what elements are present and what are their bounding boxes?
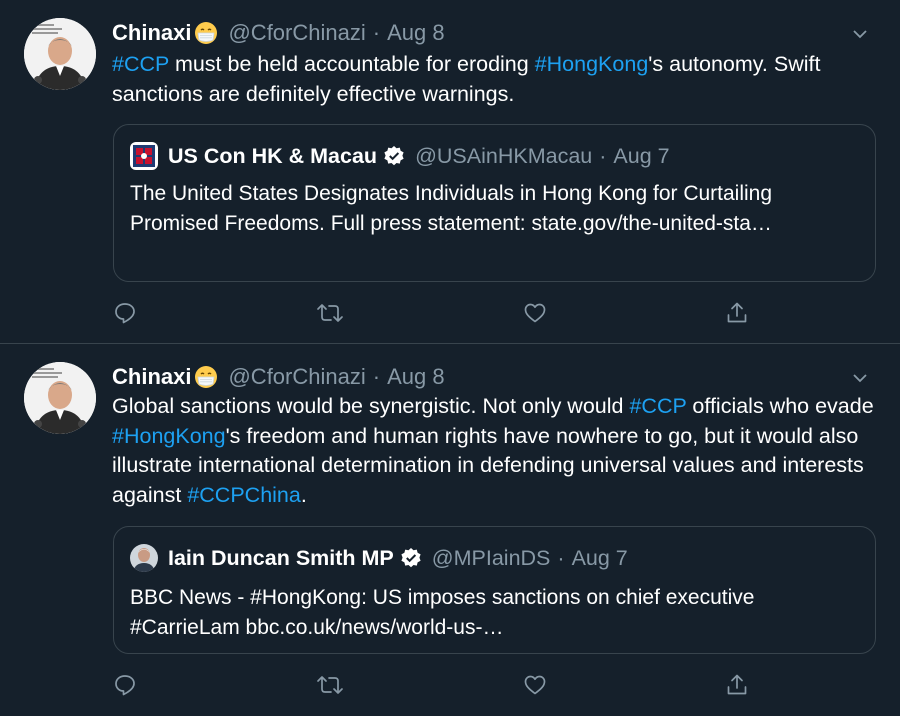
tweet-text: Global sanctions would be synergistic. N…	[112, 392, 876, 510]
text-segment[interactable]: #HongKong	[112, 424, 226, 448]
author-handle[interactable]: @CforChinazi	[228, 364, 365, 390]
reply-icon[interactable]	[110, 298, 140, 328]
quoted-author-name: Iain Duncan Smith MP	[168, 545, 394, 570]
face-with-mask-emoji	[194, 21, 218, 45]
tweet-feed: Chinaxi @CforChinazi · Aug 8 #CCP must b…	[0, 0, 900, 716]
author-name[interactable]: Chinaxi	[112, 364, 191, 390]
text-segment[interactable]: #CCP	[629, 394, 686, 418]
reply-icon[interactable]	[110, 670, 140, 700]
retweet-icon[interactable]	[315, 298, 345, 328]
chevron-down-icon[interactable]	[850, 368, 870, 388]
verified-badge-icon	[400, 547, 422, 569]
author-name[interactable]: Chinaxi	[112, 20, 191, 46]
avatar[interactable]	[24, 18, 96, 90]
share-icon[interactable]	[722, 298, 752, 328]
text-segment[interactable]: #CCPChina	[187, 483, 301, 507]
text-segment[interactable]: #CCP	[112, 52, 169, 76]
tweet-text: #CCP must be held accountable for erodin…	[112, 50, 876, 109]
quoted-tweet[interactable]: Iain Duncan Smith MP @MPIainDS · Aug 7 B…	[113, 526, 876, 654]
tweet-date[interactable]: Aug 8	[387, 20, 445, 46]
tweet-actions	[110, 670, 750, 700]
text-segment[interactable]: #HongKong	[535, 52, 649, 76]
quoted-author-handle: @USAinHKMacau	[415, 143, 593, 168]
face-with-mask-emoji	[194, 365, 218, 389]
quoted-tweet-date: Aug 7	[571, 545, 628, 570]
quoted-tweet-header: US Con HK & Macau @USAinHKMacau · Aug 7	[130, 141, 859, 171]
separator-dot: ·	[372, 364, 381, 389]
tweet[interactable]: Chinaxi @CforChinazi · Aug 8 Global sanc…	[0, 344, 900, 716]
tweet-header: Chinaxi @CforChinazi · Aug 8	[112, 18, 870, 48]
avatar	[130, 544, 158, 572]
tweet-header: Chinaxi @CforChinazi · Aug 8	[112, 362, 870, 392]
retweet-icon[interactable]	[315, 670, 345, 700]
verified-badge-icon	[383, 145, 405, 167]
like-icon[interactable]	[520, 298, 550, 328]
quoted-author-handle: @MPIainDS	[431, 545, 551, 570]
quoted-tweet[interactable]: US Con HK & Macau @USAinHKMacau · Aug 7 …	[113, 124, 876, 282]
tweet[interactable]: Chinaxi @CforChinazi · Aug 8 #CCP must b…	[0, 0, 900, 344]
text-segment: officials who evade	[686, 394, 874, 418]
avatar	[130, 142, 158, 170]
separator-dot: ·	[372, 20, 381, 45]
text-segment: .	[300, 482, 307, 507]
avatar[interactable]	[24, 362, 96, 434]
tweet-date[interactable]: Aug 8	[387, 364, 445, 390]
separator-dot: ·	[557, 545, 565, 570]
author-handle[interactable]: @CforChinazi	[228, 20, 365, 46]
like-icon[interactable]	[520, 670, 550, 700]
quoted-author-name: US Con HK & Macau	[168, 143, 378, 168]
quoted-tweet-header: Iain Duncan Smith MP @MPIainDS · Aug 7	[130, 543, 859, 573]
tweet-actions	[110, 298, 750, 328]
share-icon[interactable]	[722, 670, 752, 700]
text-segment: must be held accountable for eroding	[168, 52, 535, 76]
chevron-down-icon[interactable]	[850, 24, 870, 44]
separator-dot: ·	[599, 143, 607, 168]
text-segment: Global sanctions would be synergistic. N…	[112, 394, 630, 418]
quoted-tweet-text: The United States Designates Individuals…	[130, 182, 773, 235]
quoted-tweet-text: BBC News - #HongKong: US imposes sanctio…	[130, 586, 755, 639]
quoted-tweet-date: Aug 7	[613, 143, 670, 168]
